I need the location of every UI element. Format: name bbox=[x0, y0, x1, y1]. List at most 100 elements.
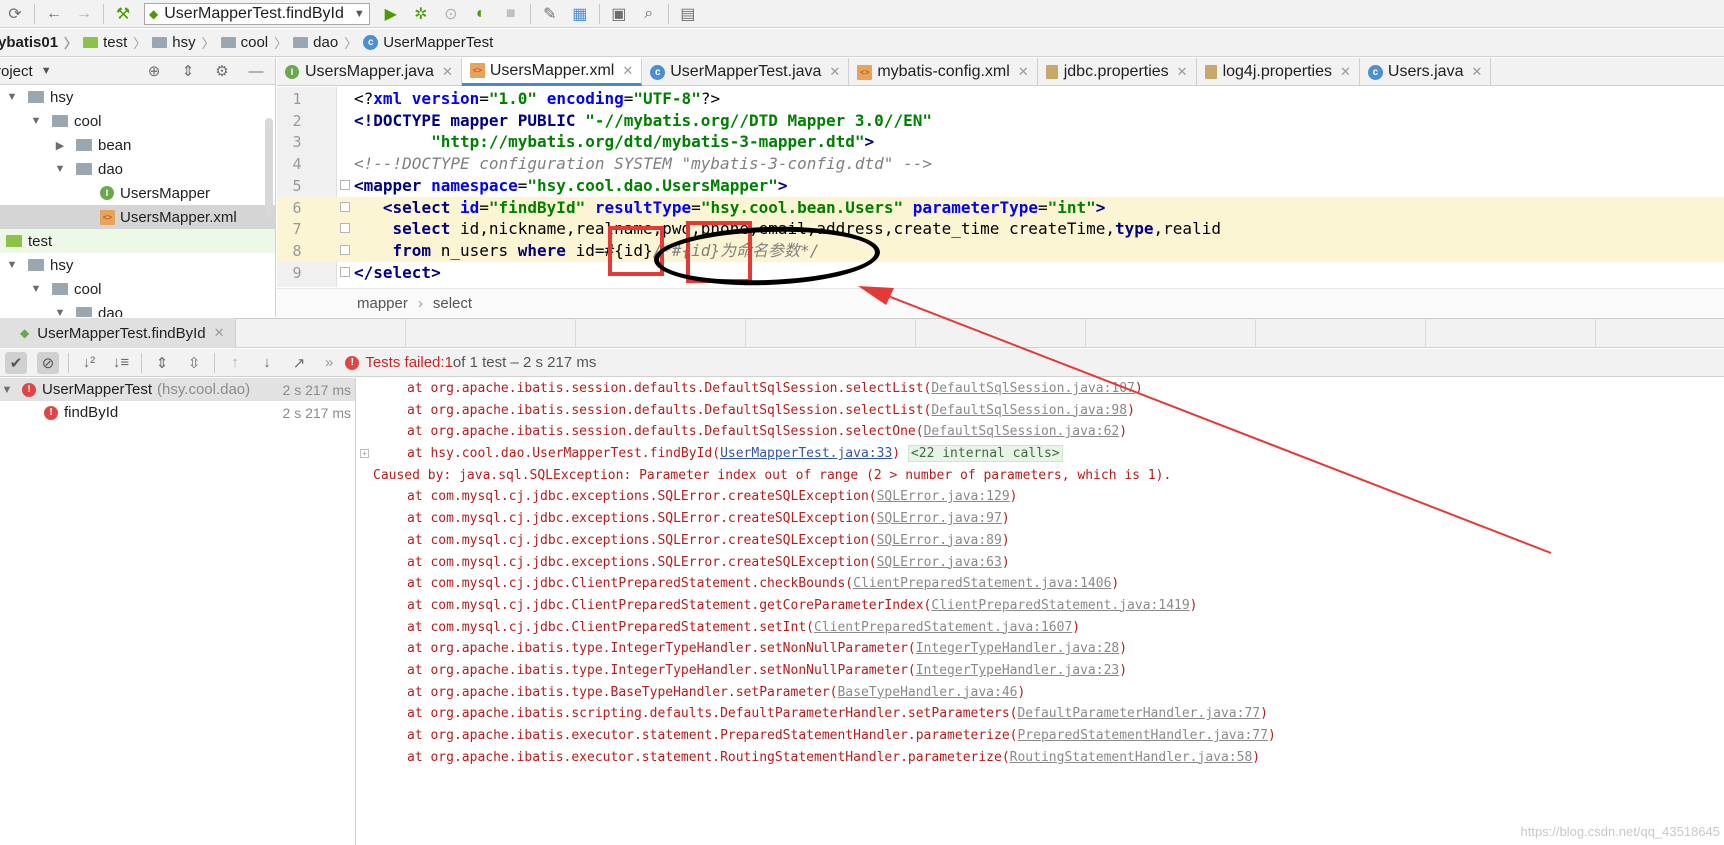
sdk-icon[interactable]: ▤ bbox=[677, 3, 699, 25]
close-icon[interactable]: ✕ bbox=[1018, 64, 1029, 80]
chevron-down-icon[interactable]: ▼ bbox=[54, 163, 66, 175]
source-link[interactable]: BaseTypeHandler.java:46 bbox=[837, 685, 1017, 700]
sort-alpha-icon[interactable]: ↓² bbox=[78, 352, 100, 374]
settings-icon[interactable]: ✎ bbox=[539, 3, 561, 25]
test-node-usermappertest[interactable]: ▼! UserMapperTest (hsy.cool.dao) 2 s 217 ms bbox=[0, 378, 355, 401]
breadcrumb-class[interactable]: c UserMapperTest bbox=[363, 34, 493, 51]
close-icon[interactable]: ✕ bbox=[829, 64, 840, 80]
source-link[interactable]: ClientPreparedStatement.java:1607 bbox=[814, 620, 1072, 635]
project-view-selector[interactable]: roject bbox=[0, 63, 33, 80]
source-link[interactable]: IntegerTypeHandler.java:23 bbox=[916, 663, 1120, 678]
forward-icon[interactable]: → bbox=[73, 3, 95, 25]
collapse-all-icon[interactable]: ⇕ bbox=[177, 61, 199, 81]
code-line[interactable]: 5 <mapper namespace="hsy.cool.dao.UsersMa… bbox=[277, 175, 1724, 197]
next-failed-icon[interactable]: ↓ bbox=[256, 352, 278, 374]
code-line[interactable]: 8 from n_users where id=#{id}/*#{id}为命名参… bbox=[277, 239, 1724, 262]
profile-icon[interactable]: ◐ bbox=[470, 3, 492, 25]
code-line[interactable]: 3 "http://mybatis.org/dtd/mybatis-3-mapp… bbox=[277, 131, 1724, 153]
run-icon[interactable]: ▶ bbox=[380, 3, 402, 25]
source-link[interactable]: RoutingStatementHandler.java:58 bbox=[1010, 750, 1253, 765]
breadcrumb-cool[interactable]: cool 〉 bbox=[220, 33, 287, 52]
source-link[interactable]: SQLError.java:97 bbox=[877, 511, 1002, 526]
close-icon[interactable]: ✕ bbox=[1340, 64, 1351, 80]
tree-item-usersmapper[interactable]: I UsersMapper bbox=[0, 181, 275, 205]
build-icon[interactable]: ⚒ bbox=[112, 3, 134, 25]
chevron-down-icon[interactable]: ▼ bbox=[6, 91, 18, 103]
close-icon[interactable]: ✕ bbox=[1471, 64, 1482, 80]
chevron-down-icon[interactable]: ▼ bbox=[30, 283, 42, 295]
editor-tab-users-java[interactable]: c Users.java ✕ bbox=[1360, 58, 1492, 86]
export-icon[interactable]: ↗ bbox=[288, 352, 310, 374]
fold-icon[interactable] bbox=[340, 179, 350, 190]
tree-item-cool[interactable]: ▼ cool bbox=[0, 109, 275, 133]
editor-tab-jdbc-properties[interactable]: jdbc.properties ✕ bbox=[1038, 58, 1197, 86]
source-link[interactable]: UserMapperTest.java:33 bbox=[720, 446, 892, 461]
run-config-dropdown[interactable]: ◆ UserMapperTest.findById ▼ bbox=[144, 2, 370, 25]
source-link[interactable]: DefaultSqlSession.java:107 bbox=[931, 381, 1135, 396]
expand-icon[interactable]: + bbox=[360, 449, 369, 459]
source-link[interactable]: IntegerTypeHandler.java:28 bbox=[916, 641, 1120, 656]
run-tab[interactable]: ◆ UserMapperTest.findById ✕ bbox=[0, 318, 236, 348]
source-link[interactable]: SQLError.java:63 bbox=[877, 555, 1002, 570]
debug-icon[interactable]: ✲ bbox=[410, 3, 432, 25]
source-link[interactable]: SQLError.java:89 bbox=[877, 533, 1002, 548]
code-line[interactable]: 1 <?xml version="1.0" encoding="UTF-8"?> bbox=[277, 88, 1724, 110]
sort-duration-icon[interactable]: ↓≡ bbox=[110, 352, 132, 374]
back-icon[interactable]: ← bbox=[43, 3, 65, 25]
chevron-down-icon[interactable]: ▼ bbox=[41, 65, 52, 77]
code-line[interactable]: 9 </select> bbox=[277, 262, 1724, 284]
stop-icon[interactable]: ■ bbox=[500, 3, 522, 25]
close-icon[interactable]: ✕ bbox=[442, 64, 453, 80]
editor-tab-log4j-properties[interactable]: log4j.properties ✕ bbox=[1197, 58, 1360, 86]
tree-item-hsy[interactable]: ▼ hsy bbox=[0, 253, 275, 277]
breadcrumb-hsy[interactable]: hsy 〉 bbox=[152, 33, 215, 52]
internal-calls-fold[interactable]: <22 internal calls> bbox=[907, 445, 1063, 463]
tree-item-test[interactable]: test bbox=[0, 229, 275, 253]
close-icon[interactable]: ✕ bbox=[214, 325, 225, 341]
fold-icon[interactable] bbox=[340, 244, 350, 255]
breadcrumb-project[interactable]: ybatis01 〉 bbox=[0, 33, 77, 52]
fold-icon[interactable] bbox=[340, 223, 350, 234]
expand-all-icon[interactable]: ⇕ bbox=[151, 352, 173, 374]
code-line[interactable]: 6 <select id="findById" resultType="hsy.… bbox=[277, 196, 1724, 219]
chevron-down-icon[interactable]: ▼ bbox=[0, 384, 14, 396]
tree-item-cool[interactable]: ▼ cool bbox=[0, 277, 275, 301]
search-icon[interactable]: ⌕ bbox=[638, 3, 660, 25]
test-console-output[interactable]: at org.apache.ibatis.session.defaults.De… bbox=[357, 378, 1724, 845]
source-link[interactable]: ClientPreparedStatement.java:1406 bbox=[853, 576, 1111, 591]
source-link[interactable]: DefaultSqlSession.java:98 bbox=[931, 403, 1127, 418]
tree-item-bean[interactable]: ▶ bean bbox=[0, 133, 275, 157]
source-link[interactable]: DefaultSqlSession.java:62 bbox=[924, 424, 1120, 439]
editor-crumb-mapper[interactable]: mapper bbox=[357, 295, 408, 312]
source-link[interactable]: SQLError.java:129 bbox=[877, 489, 1010, 504]
chevron-right-icon[interactable]: ▶ bbox=[54, 139, 66, 152]
collapse-all-icon[interactable]: ⇳ bbox=[183, 352, 205, 374]
prev-failed-icon[interactable]: ↑ bbox=[224, 352, 246, 374]
editor-crumb-select[interactable]: select bbox=[433, 295, 472, 312]
editor-tab-usersmapper-xml[interactable]: <> UsersMapper.xml ✕ bbox=[461, 58, 643, 86]
show-passed-icon[interactable]: ✔ bbox=[5, 351, 27, 374]
editor-tab-usermappertest-java[interactable]: c UserMapperTest.java ✕ bbox=[642, 58, 850, 86]
terminal-icon[interactable]: ▣ bbox=[608, 3, 630, 25]
code-editor[interactable]: 1 <?xml version="1.0" encoding="UTF-8"?> 2… bbox=[277, 87, 1724, 317]
breadcrumb-test[interactable]: test 〉 bbox=[83, 33, 146, 52]
show-ignored-icon[interactable]: ⊘ bbox=[37, 351, 59, 374]
locate-icon[interactable]: ⊕ bbox=[143, 61, 165, 81]
close-icon[interactable]: ✕ bbox=[1177, 64, 1188, 80]
tree-item-usersmapper-xml[interactable]: <> UsersMapper.xml bbox=[0, 205, 275, 229]
close-icon[interactable]: ✕ bbox=[622, 63, 633, 79]
coverage-icon[interactable]: ⊙ bbox=[440, 3, 462, 25]
editor-tab-mybatis-config-xml[interactable]: <> mybatis-config.xml ✕ bbox=[849, 58, 1038, 86]
gear-icon[interactable]: ⚙ bbox=[211, 61, 233, 81]
scrollbar[interactable] bbox=[265, 118, 273, 218]
code-line[interactable]: 7 select id,nickname,realname,pwd,phone,… bbox=[277, 218, 1724, 241]
source-link[interactable]: DefaultParameterHandler.java:77 bbox=[1017, 706, 1260, 721]
chevron-down-icon[interactable]: ▼ bbox=[30, 115, 42, 127]
sync-icon[interactable]: ⟳ bbox=[4, 3, 26, 25]
hide-icon[interactable]: — bbox=[245, 61, 267, 81]
source-link[interactable]: PreparedStatementHandler.java:77 bbox=[1017, 728, 1267, 743]
tree-item-dao[interactable]: ▼ dao bbox=[0, 157, 275, 181]
tree-item-dao[interactable]: ▼ dao bbox=[0, 301, 275, 317]
code-line[interactable]: 2 <!DOCTYPE mapper PUBLIC "-//mybatis.org… bbox=[277, 110, 1724, 132]
chevron-down-icon[interactable]: ▼ bbox=[6, 259, 18, 271]
